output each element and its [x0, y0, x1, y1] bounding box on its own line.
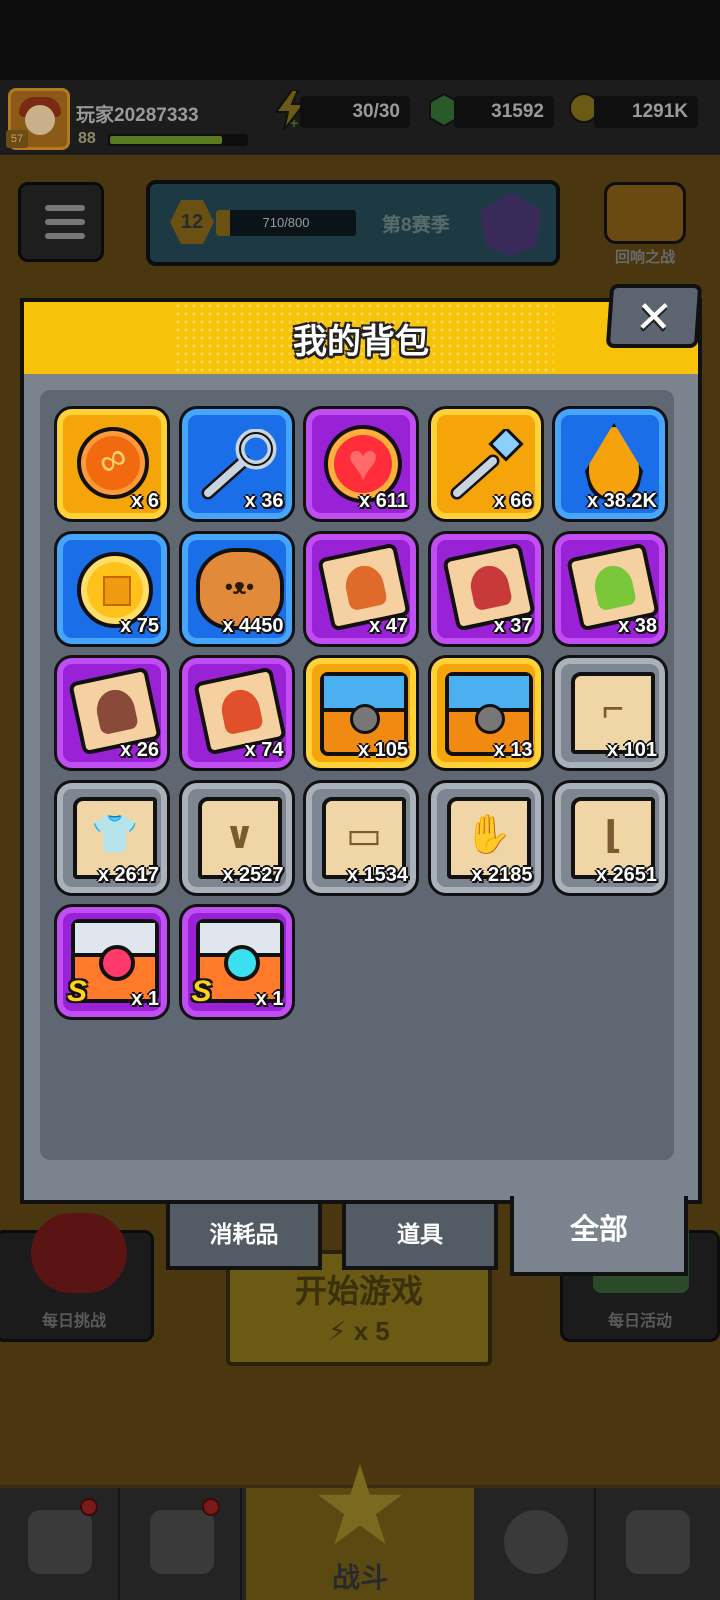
energy-icon: ⚡: [328, 1316, 347, 1346]
item-count: x 6: [131, 490, 159, 512]
tab-props[interactable]: 道具: [342, 1204, 498, 1270]
inventory-item[interactable]: x 36: [178, 406, 295, 522]
item-count: x 2527: [222, 863, 284, 886]
status-bar-area: [0, 0, 720, 80]
modal-title: 我的背包: [293, 323, 429, 361]
inventory-item[interactable]: 👕 x 2617: [54, 779, 170, 896]
talent-orb-icon: [504, 1510, 568, 1574]
season-level: 12: [170, 200, 214, 244]
inventory-item[interactable]: x 4450: [178, 530, 295, 647]
item-count: x 105: [357, 739, 408, 761]
inventory-item[interactable]: x 37: [427, 530, 544, 647]
player-level: 88: [78, 130, 96, 147]
inventory-item[interactable]: ∨ x 2527: [178, 779, 295, 896]
item-count: x 66: [493, 490, 533, 512]
grade-badge: S: [67, 975, 88, 1008]
inventory-item[interactable]: x 611: [303, 406, 419, 522]
evolve-icon: [626, 1510, 690, 1574]
notification-dot: [80, 1498, 98, 1516]
armor-icon: [150, 1510, 214, 1574]
echo-battle-label: 回响之战: [614, 249, 675, 266]
item-count: x 2185: [471, 863, 533, 886]
demon-icon: [604, 182, 686, 244]
inventory-item[interactable]: x 74: [178, 655, 295, 771]
inventory-item[interactable]: ▭ x 1534: [303, 779, 419, 896]
item-grid: x 6 x 36 x 611 x 66 x 38.2K x 75 x 4450 x 47 x 3…: [40, 390, 674, 1160]
season-panel[interactable]: 12 710/800 第8赛季: [146, 180, 560, 266]
energy-counter: 30/30: [300, 96, 410, 128]
grade-badge: S: [191, 975, 212, 1008]
modal-body: x 6 x 36 x 611 x 66 x 38.2K x 75 x 4450 x 47 x 3…: [20, 374, 702, 1204]
menu-icon: [45, 205, 85, 211]
item-count: x 13: [493, 739, 533, 761]
nav-tab-equipment[interactable]: [122, 1488, 242, 1600]
tab-all[interactable]: 全部: [510, 1196, 688, 1276]
inventory-item[interactable]: x 38: [552, 530, 668, 647]
item-count: x 37: [493, 614, 533, 637]
item-count: x 101: [606, 739, 657, 761]
nav-tab-battle[interactable]: 战斗: [246, 1464, 474, 1600]
season-badge-icon: [480, 192, 542, 256]
inventory-item[interactable]: ⌊ x 2651: [552, 779, 668, 896]
start-cost-value: x 5: [353, 1316, 390, 1346]
start-game-cost: ⚡ x 5: [230, 1316, 488, 1347]
daily-challenge-button[interactable]: 每日挑战: [0, 1213, 154, 1342]
orange-coin-icon: [77, 427, 149, 499]
item-count: x 36: [244, 490, 284, 512]
nav-battle-label: 战斗: [331, 1562, 388, 1593]
inventory-item[interactable]: x 6: [54, 406, 170, 522]
inventory-item[interactable]: ⌐ x 101: [552, 655, 668, 771]
item-count: x 75: [120, 614, 159, 637]
item-count: x 26: [120, 739, 159, 761]
tab-consumables[interactable]: 消耗品: [166, 1204, 322, 1270]
season-label: 第8赛季: [382, 215, 450, 236]
item-count: x 2617: [97, 863, 159, 886]
inventory-item[interactable]: x 75: [54, 530, 170, 647]
close-icon: ✕: [633, 293, 675, 342]
inventory-item[interactable]: x 66: [427, 406, 544, 522]
daily-event-label: 每日活动: [607, 1313, 672, 1330]
item-count: x 1534: [346, 863, 408, 886]
backpack-modal: 我的背包 x 6x 36x 611x 66x 38.2Kx 75x 4450x …: [20, 284, 703, 1204]
item-count: x 38.2K: [586, 490, 657, 512]
item-count: x 2651: [595, 863, 657, 886]
inventory-item[interactable]: Sx 1: [54, 904, 170, 1020]
xp-bar-fill: [110, 136, 222, 144]
item-count: x 1: [131, 988, 159, 1010]
notification-dot: [202, 1498, 220, 1516]
inventory-item[interactable]: Sx 1: [178, 904, 295, 1020]
gold-counter: 1291K: [594, 96, 698, 128]
inventory-item[interactable]: x 13: [427, 655, 544, 771]
item-count: x 4450: [222, 614, 284, 637]
menu-button[interactable]: [18, 182, 104, 262]
inventory-item[interactable]: ✋ x 2185: [427, 779, 544, 896]
gem-counter: 31592: [454, 96, 554, 128]
item-count: x 611: [359, 490, 408, 512]
close-button[interactable]: ✕: [605, 284, 703, 348]
item-count: x 47: [369, 614, 408, 637]
echo-battle-button[interactable]: 回响之战: [600, 180, 690, 270]
shop-icon: [28, 1510, 92, 1574]
inventory-item[interactable]: x 47: [303, 530, 419, 647]
svg-text:+: +: [290, 115, 298, 130]
nav-tab-shop[interactable]: [0, 1488, 120, 1600]
season-progress-fill: [216, 210, 230, 236]
nav-tab-evolve[interactable]: [598, 1488, 718, 1600]
boxing-glove-icon: [31, 1213, 127, 1293]
avatar-level: 57: [6, 130, 28, 148]
item-count: x 1: [255, 988, 284, 1010]
daily-challenge-label: 每日挑战: [41, 1313, 106, 1330]
inventory-item[interactable]: x 38.2K: [552, 406, 668, 522]
inventory-item[interactable]: x 105: [303, 655, 419, 771]
item-count: x 38: [618, 614, 657, 637]
start-game-label: 开始游戏: [294, 1273, 423, 1309]
season-progress-bar: 710/800: [216, 210, 356, 236]
nav-tab-talent[interactable]: [476, 1488, 596, 1600]
item-count: x 74: [244, 739, 284, 761]
inventory-item[interactable]: x 26: [54, 655, 170, 771]
player-name: 玩家20287333: [76, 105, 199, 126]
